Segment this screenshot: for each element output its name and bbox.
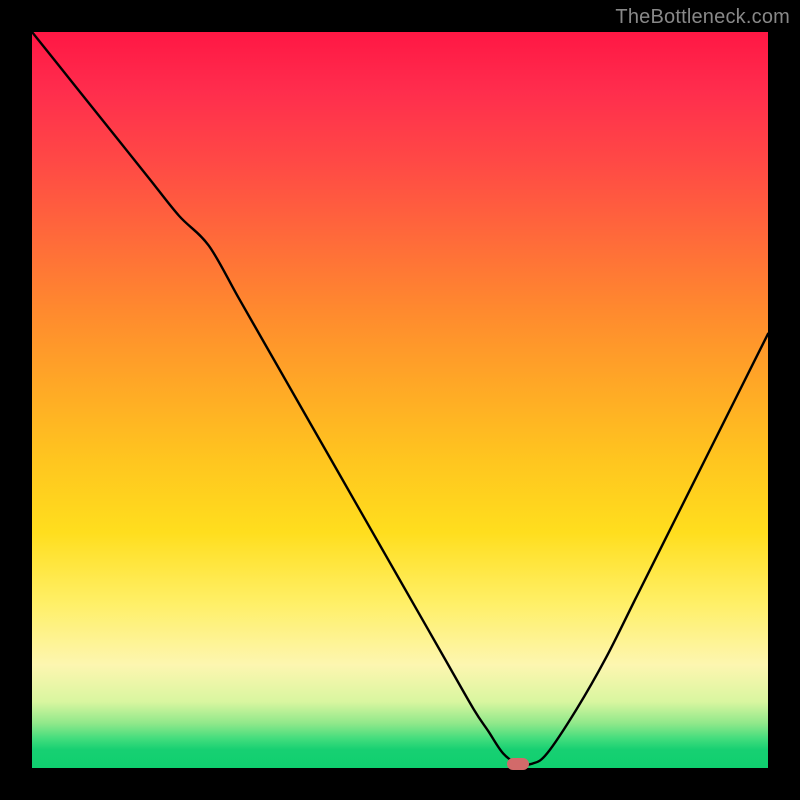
optimum-marker <box>507 758 529 770</box>
chart-frame: TheBottleneck.com <box>0 0 800 800</box>
bottleneck-curve <box>32 32 768 768</box>
watermark-text: TheBottleneck.com <box>615 6 790 29</box>
plot-area <box>32 32 768 768</box>
